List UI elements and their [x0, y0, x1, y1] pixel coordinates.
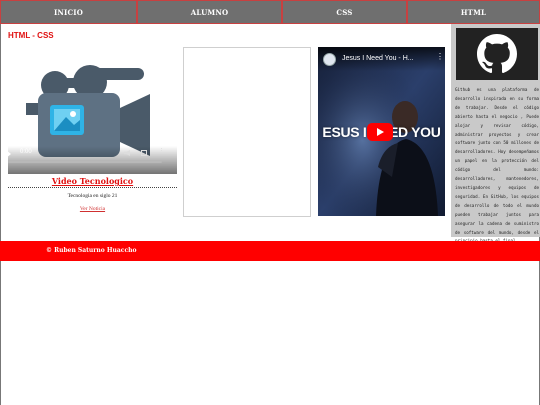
github-icon — [477, 34, 517, 74]
footer-copyright: © Ruben Saturno Huaccho — [46, 247, 137, 254]
video-card-subtitle: Tecnologia en siglo 21 — [67, 193, 118, 199]
video-player[interactable] — [8, 46, 177, 174]
section-title: HTML - CSS — [8, 31, 54, 40]
video-progress-bar[interactable] — [8, 161, 162, 163]
youtube-play-button[interactable] — [367, 123, 393, 141]
fullscreen-icon[interactable] — [141, 150, 147, 156]
more-icon[interactable]: ⋮ — [158, 148, 165, 155]
video-controls — [8, 146, 177, 174]
nav-alumno[interactable]: ALUMNO — [137, 0, 282, 24]
github-description: Github es una plataforma de desarrollo i… — [455, 87, 539, 243]
ver-noticia-link[interactable]: Ver Noticia — [8, 206, 177, 212]
youtube-video-title[interactable]: Jesus I Need You - H... — [342, 55, 414, 62]
youtube-embed[interactable]: Jesus I Need You - H... ⋮ ESUS I NEED YO… — [318, 47, 445, 216]
empty-embed-frame — [183, 47, 311, 217]
play-icon[interactable] — [6, 150, 11, 158]
channel-avatar[interactable] — [323, 53, 336, 66]
video-card-title: Video Tecnologico — [8, 176, 177, 188]
video-time: 0:00 — [20, 149, 32, 155]
top-nav: INICIO ALUMNO CSS HTML — [0, 0, 540, 24]
github-logo-box — [456, 28, 538, 80]
nav-html[interactable]: HTML — [407, 0, 540, 24]
youtube-menu-icon[interactable]: ⋮ — [436, 53, 444, 61]
nav-css[interactable]: CSS — [282, 0, 407, 24]
nav-inicio[interactable]: INICIO — [0, 0, 137, 24]
